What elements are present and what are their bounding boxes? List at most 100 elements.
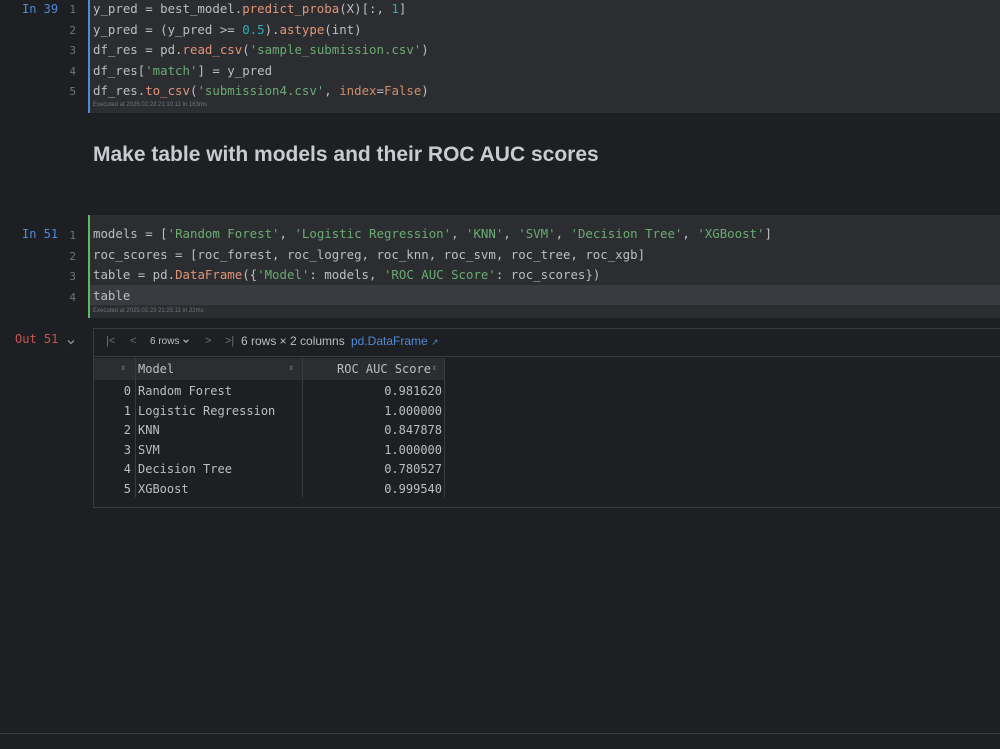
code-token: read_csv [182, 42, 243, 57]
code-token: 0.5 [242, 21, 265, 37]
code-token: 'KNN' [466, 226, 504, 241]
code-token: (int) [324, 21, 362, 37]
code-token: : roc_scores}) [495, 267, 601, 282]
cell-model: Random Forest [138, 384, 232, 398]
cell-model: SVM [138, 442, 160, 457]
cell-prompt-in51: In 51 [22, 227, 59, 241]
row-index: 5 [123, 481, 131, 496]
cell-prompt-in39: In 39 [22, 2, 59, 16]
code-token: 'sample_submission.csv' [249, 42, 422, 57]
code-line[interactable]: y_pred = (y_pred >= 0.5).astype(int) [93, 22, 362, 37]
code-line[interactable]: table [93, 288, 130, 303]
dataframe-type-link[interactable]: pd.DataFrame ↗ [351, 334, 439, 348]
rows-per-page-select[interactable]: 6 rows [150, 336, 190, 347]
line-number: 3 [69, 44, 76, 57]
output-prompt: Out 51 [15, 332, 59, 346]
cell-selection-bar [88, 0, 90, 113]
code-token: (X)[:, [339, 1, 392, 16]
line-number: 1 [69, 229, 76, 242]
code-line[interactable]: roc_scores = [roc_forest, roc_logreg, ro… [93, 247, 645, 262]
cell-model: Logistic Regression [138, 403, 276, 418]
code-token: 'match' [145, 62, 198, 78]
code-token: df_res[ [93, 62, 146, 78]
code-token: , [503, 226, 519, 241]
code-token: table = pd. [93, 267, 176, 282]
code-token: , [451, 226, 467, 241]
cell-model: Decision Tree [138, 462, 232, 476]
execution-info: Executed at 2025.02.23 21:25:11 in 22ms [93, 308, 204, 314]
code-token: ) [421, 42, 429, 57]
rows-per-page-value: 6 rows [150, 336, 180, 347]
row-index: 1 [123, 403, 131, 418]
column-header-roc-auc-score[interactable]: ROC AUC Score [337, 362, 431, 376]
code-token: y_pred = best_model. [93, 1, 243, 16]
cell-score: 0.981620 [384, 384, 442, 398]
code-token: df_res = pd. [93, 42, 183, 57]
bottom-divider [0, 733, 1000, 734]
cell-score: 1.000000 [384, 442, 442, 457]
line-number: 4 [69, 290, 76, 304]
code-token: ). [264, 21, 280, 37]
external-link-icon: ↗ [431, 337, 439, 347]
code-token: ) [421, 83, 429, 98]
code-cell-in39[interactable]: y_pred = best_model.predict_proba(X)[:, … [88, 0, 1000, 113]
code-token: df_res. [93, 83, 146, 98]
dataframe-viewer: |< < 6 rows > >| 6 rows × 2 columns pd.D… [93, 328, 1000, 508]
code-line[interactable]: df_res.to_csv('submission4.csv', index=F… [93, 83, 429, 98]
code-token: DataFrame [175, 267, 243, 282]
code-token: astype [279, 21, 325, 37]
shape-summary: 6 rows × 2 columns [241, 334, 345, 348]
line-number: 1 [69, 3, 76, 16]
model-sort-icon[interactable]: ⇕ [289, 363, 294, 372]
code-line[interactable]: table = pd.DataFrame({'Model': models, '… [93, 267, 600, 282]
code-token: = [376, 83, 384, 98]
first-page-icon[interactable]: |< [106, 335, 115, 347]
line-number: 3 [69, 270, 76, 283]
code-token: 1 [391, 1, 399, 16]
last-page-icon[interactable]: >| [225, 335, 234, 347]
type-link-label: pd.DataFrame [351, 334, 428, 348]
line-number: 2 [69, 23, 76, 37]
code-token: : models, [309, 267, 384, 282]
code-token: , [555, 226, 571, 241]
code-token: table [93, 287, 131, 303]
prev-page-icon[interactable]: < [130, 335, 136, 347]
line-number: 4 [69, 64, 76, 78]
code-line[interactable]: df_res = pd.read_csv('sample_submission.… [93, 42, 429, 57]
markdown-heading: Make table with models and their ROC AUC… [93, 143, 599, 166]
cell-model: XGBoost [138, 481, 189, 496]
score-sort-icon[interactable]: ⇕ [432, 363, 437, 372]
code-token: , [324, 83, 340, 98]
column-divider [444, 358, 445, 497]
execution-info: Executed at 2025.02.23 21:10:11 in 163ms [93, 102, 207, 108]
row-index: 0 [123, 384, 131, 398]
cell-score: 1.000000 [384, 403, 442, 418]
code-token: 'XGBoost' [697, 226, 765, 241]
cell-score: 0.847878 [384, 423, 442, 437]
line-number: 5 [69, 85, 76, 98]
code-token: ] [398, 1, 407, 16]
code-cell-in51[interactable]: models = ['Random Forest', 'Logistic Reg… [88, 215, 1000, 318]
code-token: y_pred = (y_pred >= [93, 21, 243, 37]
next-page-icon[interactable]: > [205, 335, 211, 347]
code-token: 'SVM' [518, 226, 556, 241]
code-token: , [279, 226, 295, 241]
code-line[interactable]: models = ['Random Forest', 'Logistic Reg… [93, 226, 772, 241]
collapse-output-chevron-icon[interactable] [66, 334, 76, 345]
code-token: ({ [242, 267, 258, 282]
column-header-model[interactable]: Model [138, 362, 174, 376]
cell-score: 0.780527 [384, 462, 442, 476]
code-token: to_csv [145, 83, 190, 98]
index-sort-icon[interactable]: ⇕ [121, 363, 126, 372]
code-token: 'ROC AUC Score' [383, 267, 496, 282]
code-token: 'submission4.csv' [197, 83, 325, 98]
dataframe-toolbar: |< < 6 rows > >| 6 rows × 2 columns pd.D… [94, 329, 1000, 357]
code-token: 'Random Forest' [167, 226, 280, 241]
code-token: predict_proba [242, 1, 340, 16]
code-token: ] [764, 226, 772, 241]
row-index: 2 [123, 423, 131, 437]
code-token: ( [242, 42, 250, 57]
code-token: ] = y_pred [197, 62, 273, 78]
code-line[interactable]: df_res['match'] = y_pred [93, 63, 272, 78]
code-line[interactable]: y_pred = best_model.predict_proba(X)[:, … [93, 1, 406, 16]
